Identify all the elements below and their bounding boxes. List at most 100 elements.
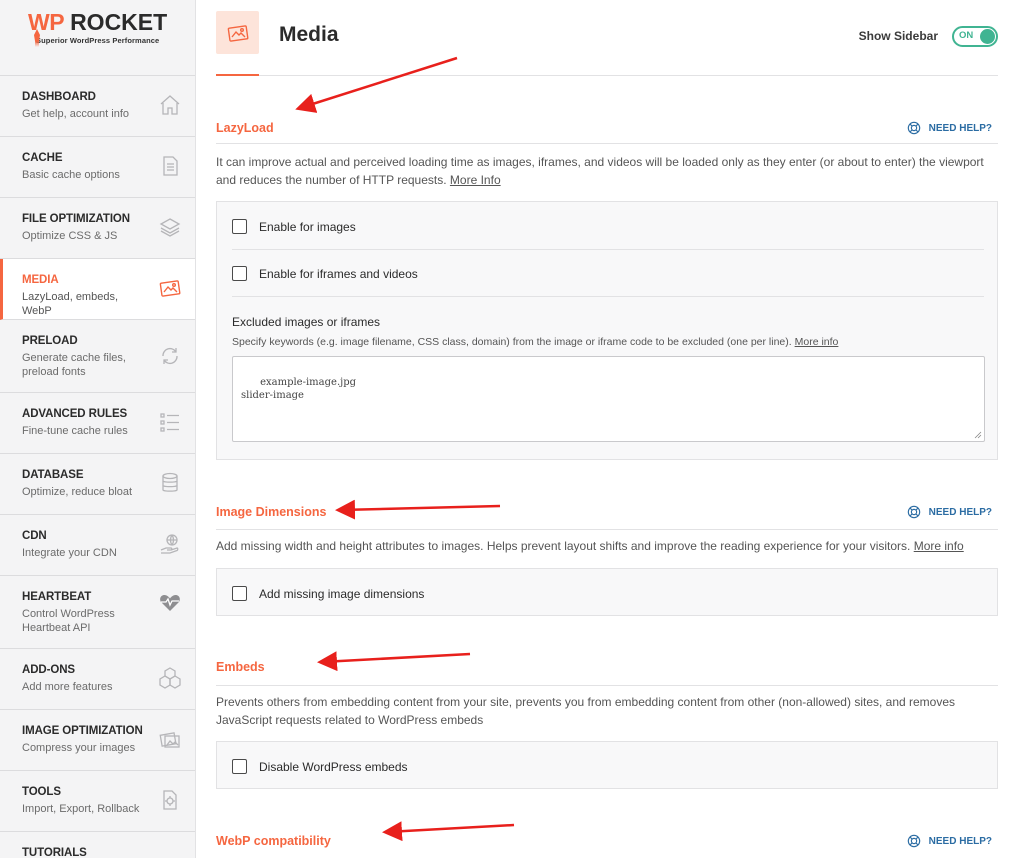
sidebar-item-subtitle: Optimize, reduce bloat: [22, 486, 133, 498]
section-title-lazyload: LazyLoad: [216, 121, 274, 135]
sidebar-item-heartbeat[interactable]: HEARTBEAT Control WordPress Heartbeat AP…: [0, 576, 195, 649]
sidebar-item-advanced-rules[interactable]: ADVANCED RULES Fine-tune cache rules: [0, 393, 195, 454]
refresh-icon: [162, 348, 178, 364]
section-title-image-dimensions: Image Dimensions: [216, 505, 327, 519]
lifebuoy-icon: [907, 834, 920, 848]
resize-handle-icon[interactable]: [974, 431, 982, 439]
show-sidebar-toggle[interactable]: ON: [952, 26, 998, 47]
dimensions-description: Add missing width and height attributes …: [216, 537, 996, 555]
sidebar-item-subtitle: Fine-tune cache rules: [22, 425, 128, 437]
media-header-icon: [216, 11, 259, 54]
embeds-options-panel: Disable WordPress embeds: [216, 741, 998, 789]
panel-divider: [232, 249, 984, 250]
lazyload-iframes-option[interactable]: Enable for iframes and videos: [232, 266, 418, 281]
sidebar-item-subtitle: Control WordPress Heartbeat API: [22, 608, 115, 634]
lazyload-images-checkbox[interactable]: [232, 219, 247, 234]
excluded-keywords-value: example-image.jpg slider-image: [241, 377, 357, 401]
need-help-label: NEED HELP?: [928, 506, 992, 518]
lazyload-iframes-label: Enable for iframes and videos: [259, 266, 418, 281]
disable-embeds-checkbox[interactable]: [232, 759, 247, 774]
sidebar-item-subtitle: Get help, account info: [22, 108, 130, 120]
sidebar-item-subtitle: Optimize CSS & JS: [22, 230, 118, 242]
need-help-label: NEED HELP?: [928, 835, 992, 847]
lazyload-options-panel: Enable for images Enable for iframes and…: [216, 201, 998, 460]
disable-embeds-label: Disable WordPress embeds: [259, 759, 408, 774]
heart-pulse-icon: [160, 595, 180, 611]
sidebar-item-tools[interactable]: TOOLS Import, Export, Rollback: [0, 771, 195, 832]
sidebar-item-media[interactable]: MEDIA LazyLoad, embeds, WebP: [0, 259, 195, 320]
dimensions-options-panel: Add missing image dimensions: [216, 568, 998, 616]
sidebar-item-dashboard[interactable]: DASHBOARD Get help, account info: [0, 76, 195, 137]
lazyload-more-info-link[interactable]: More Info: [450, 173, 501, 187]
need-help-label: NEED HELP?: [928, 122, 992, 134]
missing-dimensions-checkbox[interactable]: [232, 586, 247, 601]
logo-tagline: Superior WordPress Performance: [36, 36, 160, 45]
layers-icon: [159, 218, 181, 237]
sidebar-item-subtitle: Add more features: [22, 681, 113, 693]
excluded-field-help: Specify keywords (e.g. image filename, C…: [232, 336, 838, 348]
header-icon-underline: [216, 74, 259, 76]
panel-divider: [232, 296, 984, 297]
page-title: Media: [279, 23, 339, 46]
sidebar-item-title: TUTORIALS: [22, 847, 87, 858]
wp-rocket-logo[interactable]: WP ROCKET Superior WordPress Performance: [0, 0, 195, 75]
section-title-embeds: Embeds: [216, 660, 265, 674]
dimensions-description-text: Add missing width and height attributes …: [216, 539, 911, 553]
home-icon: [160, 95, 180, 115]
sidebar-item-add-ons[interactable]: ADD-ONS Add more features: [0, 649, 195, 710]
section-title-webp: WebP compatibility: [216, 834, 331, 848]
document-icon: [163, 156, 178, 176]
sidebar-item-file-optimization[interactable]: FILE OPTIMIZATION Optimize CSS & JS: [0, 198, 195, 259]
flame-icon: [34, 29, 40, 47]
toggle-state-label: ON: [959, 30, 974, 41]
sidebar-item-subtitle: Import, Export, Rollback: [22, 803, 140, 815]
sidebar-item-image-optimization[interactable]: IMAGE OPTIMIZATION Compress your images: [0, 710, 195, 771]
sidebar-nav: DASHBOARD Get help, account info CACHE B…: [0, 75, 195, 858]
section-divider: [216, 685, 998, 686]
main-content: Media Show Sidebar ON LazyLoad NEED HELP…: [196, 0, 1024, 858]
images-icon: [159, 732, 180, 748]
excluded-keywords-textarea[interactable]: example-image.jpg slider-image: [232, 356, 985, 442]
show-sidebar-label: Show Sidebar: [858, 29, 938, 43]
lazyload-need-help-link[interactable]: NEED HELP?: [907, 121, 992, 135]
dimensions-need-help-link[interactable]: NEED HELP?: [907, 505, 992, 519]
cdn-hand-icon: [160, 534, 179, 554]
list-icon: [160, 413, 179, 432]
tools-icon: [163, 790, 177, 810]
sidebar-item-subtitle: Basic cache options: [22, 169, 120, 181]
database-icon: [162, 472, 178, 492]
page-header: Media Show Sidebar ON: [216, 0, 998, 76]
lazyload-images-option[interactable]: Enable for images: [232, 219, 356, 234]
sidebar-item-preload[interactable]: PRELOAD Generate cache files, preload fo…: [0, 320, 195, 393]
sidebar: WP ROCKET Superior WordPress Performance…: [0, 0, 196, 858]
excluded-more-info-link[interactable]: More info: [795, 336, 839, 348]
logo-text-rocket: ROCKET: [70, 9, 168, 35]
embeds-description: Prevents others from embedding content f…: [216, 695, 956, 727]
sidebar-item-subtitle: Integrate your CDN: [22, 547, 117, 559]
lazyload-iframes-checkbox[interactable]: [232, 266, 247, 281]
lazyload-images-label: Enable for images: [259, 219, 356, 234]
sidebar-item-subtitle: Generate cache files, preload fonts: [22, 352, 126, 378]
lifebuoy-icon: [907, 505, 920, 519]
sidebar-item-cache[interactable]: CACHE Basic cache options: [0, 137, 195, 198]
media-icon: [159, 280, 181, 297]
lifebuoy-icon: [907, 121, 920, 135]
missing-dimensions-label: Add missing image dimensions: [259, 586, 425, 601]
webp-need-help-link[interactable]: NEED HELP?: [907, 834, 992, 848]
missing-dimensions-option[interactable]: Add missing image dimensions: [232, 586, 424, 601]
sidebar-item-database[interactable]: DATABASE Optimize, reduce bloat: [0, 454, 195, 515]
sidebar-item-subtitle: LazyLoad, embeds, WebP: [22, 291, 119, 317]
excluded-help-text: Specify keywords (e.g. image filename, C…: [232, 336, 792, 348]
cubes-icon: [159, 667, 181, 689]
lazyload-description: It can improve actual and perceived load…: [216, 153, 996, 189]
toggle-knob: [980, 29, 995, 44]
lazyload-description-text: It can improve actual and perceived load…: [216, 155, 984, 187]
dimensions-more-info-link[interactable]: More info: [914, 539, 964, 553]
disable-embeds-option[interactable]: Disable WordPress embeds: [232, 759, 408, 774]
section-divider: [216, 143, 998, 144]
excluded-field-title: Excluded images or iframes: [232, 315, 381, 329]
sidebar-item-cdn[interactable]: CDN Integrate your CDN: [0, 515, 195, 576]
section-divider: [216, 529, 998, 530]
sidebar-item-tutorials[interactable]: TUTORIALS: [0, 832, 195, 858]
sidebar-item-subtitle: Compress your images: [22, 742, 136, 754]
